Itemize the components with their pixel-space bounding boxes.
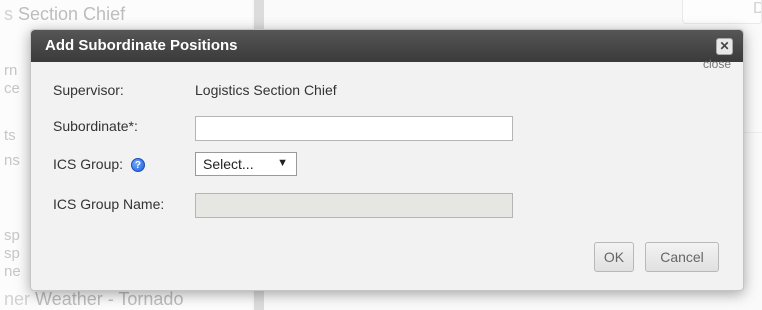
close-label[interactable]: close [703, 57, 731, 71]
subordinate-label: Subordinate*: [53, 118, 138, 134]
ics-group-label: ICS Group: [53, 156, 124, 172]
supervisor-label: Supervisor: [53, 82, 124, 98]
supervisor-value: Logistics Section Chief [195, 82, 337, 98]
ics-group-label-row: ICS Group: ? [53, 156, 145, 172]
help-icon[interactable]: ? [130, 158, 145, 172]
dialog-titlebar[interactable]: Add Subordinate Positions ✕ [31, 30, 743, 62]
dialog-title: Add Subordinate Positions [45, 37, 238, 54]
subordinate-input[interactable] [195, 116, 513, 141]
ics-group-selected-value: Select... [203, 156, 254, 172]
add-subordinate-dialog: Add Subordinate Positions ✕ close Superv… [30, 29, 744, 291]
cancel-button[interactable]: Cancel [645, 242, 719, 272]
close-icon[interactable]: ✕ [716, 38, 733, 55]
ics-group-name-label: ICS Group Name: [53, 196, 165, 212]
dropdown-arrow-icon: ▼ [277, 157, 288, 169]
ics-group-name-field [195, 193, 513, 218]
ics-group-select[interactable]: Select... ▼ [195, 152, 297, 176]
ok-button[interactable]: OK [594, 242, 634, 272]
